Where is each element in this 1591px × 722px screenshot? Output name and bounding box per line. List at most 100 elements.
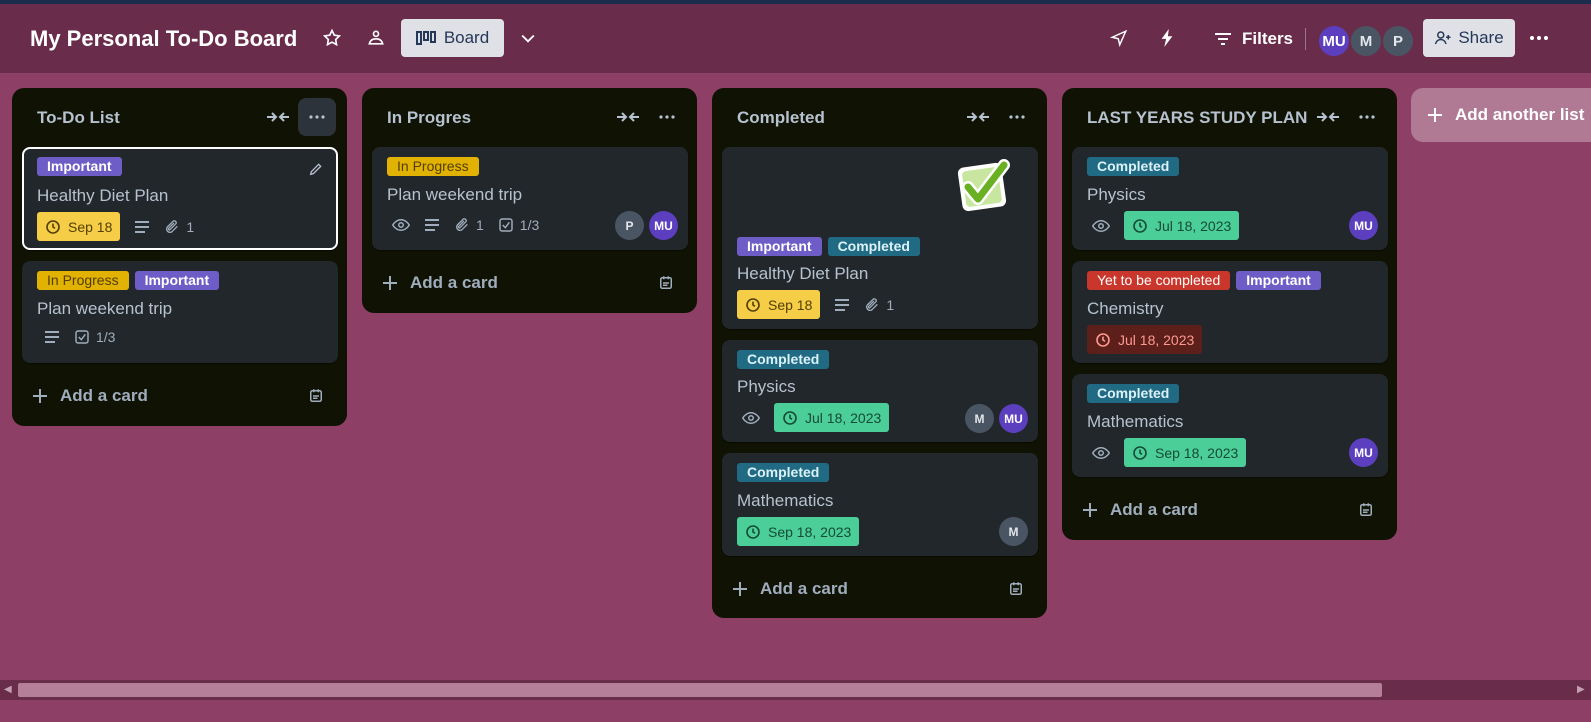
member-avatar[interactable]: P xyxy=(1381,24,1415,58)
star-icon[interactable] xyxy=(316,22,348,54)
due-date-badge[interactable]: Sep 18, 2023 xyxy=(1124,438,1247,467)
scroll-right-icon[interactable]: ▶ xyxy=(1577,684,1585,695)
chevron-down-icon[interactable] xyxy=(512,22,544,54)
card-member-avatar[interactable]: M xyxy=(999,517,1028,546)
due-date-text: Sep 18 xyxy=(768,296,813,313)
list-title[interactable]: In Progres xyxy=(387,108,471,128)
card-member-avatar[interactable]: MU xyxy=(1349,438,1378,467)
card[interactable]: Important Healthy Diet Plan Sep 18 1 xyxy=(22,147,338,250)
checkmark-sticker-icon xyxy=(948,149,1020,221)
card-template-icon[interactable] xyxy=(1357,501,1375,519)
member-avatar[interactable]: MU xyxy=(1317,24,1351,58)
card[interactable]: In Progress Plan weekend trip 1 1/3 P MU xyxy=(372,147,688,250)
attachment-badge: 1 xyxy=(164,219,194,235)
card[interactable]: Completed Physics Jul 18, 2023 MU xyxy=(1072,147,1388,250)
card[interactable]: Completed Physics Jul 18, 2023 M MU xyxy=(722,340,1038,442)
label-important[interactable]: Important xyxy=(134,271,220,290)
board-view-button[interactable]: Board xyxy=(401,19,504,57)
card-member-avatar[interactable]: P xyxy=(615,211,644,240)
card[interactable]: Completed Mathematics Sep 18, 2023 M xyxy=(722,453,1038,556)
add-card-button[interactable]: Add a card xyxy=(374,267,685,299)
add-card-label: Add a card xyxy=(1110,500,1198,519)
share-button[interactable]: Share xyxy=(1423,19,1515,57)
due-date-text: Sep 18, 2023 xyxy=(1155,444,1239,461)
label-in-progress[interactable]: In Progress xyxy=(387,157,479,176)
visibility-icon[interactable] xyxy=(360,22,392,54)
label-yet-to-be-completed[interactable]: Yet to be completed xyxy=(1087,271,1231,290)
card-template-icon[interactable] xyxy=(657,274,675,292)
card-title: Physics xyxy=(1087,185,1146,204)
label-completed[interactable]: Completed xyxy=(1087,384,1180,403)
list-menu-icon[interactable] xyxy=(298,98,336,136)
horizontal-scrollbar[interactable]: ◀ ▶ xyxy=(0,680,1591,700)
card[interactable]: Yet to be completed Important Chemistry … xyxy=(1072,261,1388,363)
label-important[interactable]: Important xyxy=(37,157,122,176)
list-menu-icon[interactable] xyxy=(1348,98,1386,136)
member-avatar[interactable]: M xyxy=(1349,24,1383,58)
label-important[interactable]: Important xyxy=(1236,271,1321,290)
list-todo: To-Do List Important Healthy Diet Plan S… xyxy=(12,88,347,426)
edit-icon[interactable] xyxy=(308,161,324,177)
card[interactable]: Completed Mathematics Sep 18, 2023 MU xyxy=(1072,374,1388,477)
due-date-badge[interactable]: Sep 18 xyxy=(37,212,121,241)
plus-icon xyxy=(1427,107,1443,123)
card-title: Physics xyxy=(737,377,796,396)
board-title[interactable]: My Personal To-Do Board xyxy=(30,26,297,52)
label-completed[interactable]: Completed xyxy=(737,350,830,369)
list-title[interactable]: To-Do List xyxy=(37,108,120,128)
card[interactable]: In Progress Important Plan weekend trip … xyxy=(22,261,338,363)
collapse-icon[interactable] xyxy=(612,106,644,128)
collapse-icon[interactable] xyxy=(1312,106,1344,128)
more-icon[interactable] xyxy=(1523,22,1555,54)
card-member-avatar[interactable]: MU xyxy=(999,404,1028,433)
automation-icon[interactable] xyxy=(1151,22,1183,54)
list-header: To-Do List xyxy=(12,88,347,146)
list-title[interactable]: LAST YEARS STUDY PLAN xyxy=(1087,108,1307,128)
scroll-left-icon[interactable]: ◀ xyxy=(4,684,12,695)
label-important[interactable]: Important xyxy=(737,237,822,256)
card[interactable]: Important Completed Healthy Diet Plan Se… xyxy=(722,147,1038,329)
due-date-badge[interactable]: Sep 18 xyxy=(737,290,821,319)
board-header: My Personal To-Do Board Board Filters MU… xyxy=(0,4,1591,73)
due-date-badge[interactable]: Jul 18, 2023 xyxy=(1124,211,1240,240)
add-card-button[interactable]: Add a card xyxy=(1074,494,1385,526)
card-member-avatar[interactable]: M xyxy=(965,404,994,433)
clock-icon xyxy=(745,297,761,313)
label-completed[interactable]: Completed xyxy=(737,463,830,482)
collapse-icon[interactable] xyxy=(262,106,294,128)
label-in-progress[interactable]: In Progress xyxy=(37,271,129,290)
label-completed[interactable]: Completed xyxy=(827,237,920,256)
list-title[interactable]: Completed xyxy=(737,108,825,128)
card-title: Mathematics xyxy=(737,491,834,510)
add-list-button[interactable]: Add another list xyxy=(1411,88,1591,142)
clock-icon xyxy=(1132,445,1148,461)
checklist-count: 1/3 xyxy=(96,329,116,345)
due-date-badge[interactable]: Jul 18, 2023 xyxy=(774,403,890,432)
card-template-icon[interactable] xyxy=(307,387,325,405)
plus-icon xyxy=(1082,502,1098,518)
card-member-avatar[interactable]: MU xyxy=(649,211,678,240)
collapse-icon[interactable] xyxy=(962,106,994,128)
card-member-avatar[interactable]: MU xyxy=(1349,211,1378,240)
list-menu-icon[interactable] xyxy=(648,98,686,136)
checklist-badge: 1/3 xyxy=(498,217,539,233)
label-completed[interactable]: Completed xyxy=(1087,157,1180,176)
due-date-badge[interactable]: Sep 18, 2023 xyxy=(737,517,860,546)
card-template-icon[interactable] xyxy=(1007,580,1025,598)
power-ups-icon[interactable] xyxy=(1103,22,1135,54)
watch-eye-icon xyxy=(1092,219,1110,233)
attachment-count: 1 xyxy=(186,218,195,235)
checklist-icon xyxy=(74,329,90,345)
scrollbar-thumb[interactable] xyxy=(18,683,1382,697)
due-date-text: Jul 18, 2023 xyxy=(1155,217,1232,234)
checklist-icon xyxy=(498,217,514,233)
header-divider xyxy=(1305,28,1306,50)
add-card-label: Add a card xyxy=(60,386,148,405)
due-date-badge[interactable]: Jul 18, 2023 xyxy=(1087,325,1203,354)
filters-button[interactable]: Filters xyxy=(1214,25,1293,53)
watch-eye-icon xyxy=(742,411,760,425)
list-menu-icon[interactable] xyxy=(998,98,1036,136)
watch-eye-icon xyxy=(392,218,410,232)
add-card-button[interactable]: Add a card xyxy=(24,380,335,412)
add-card-button[interactable]: Add a card xyxy=(724,573,1035,605)
